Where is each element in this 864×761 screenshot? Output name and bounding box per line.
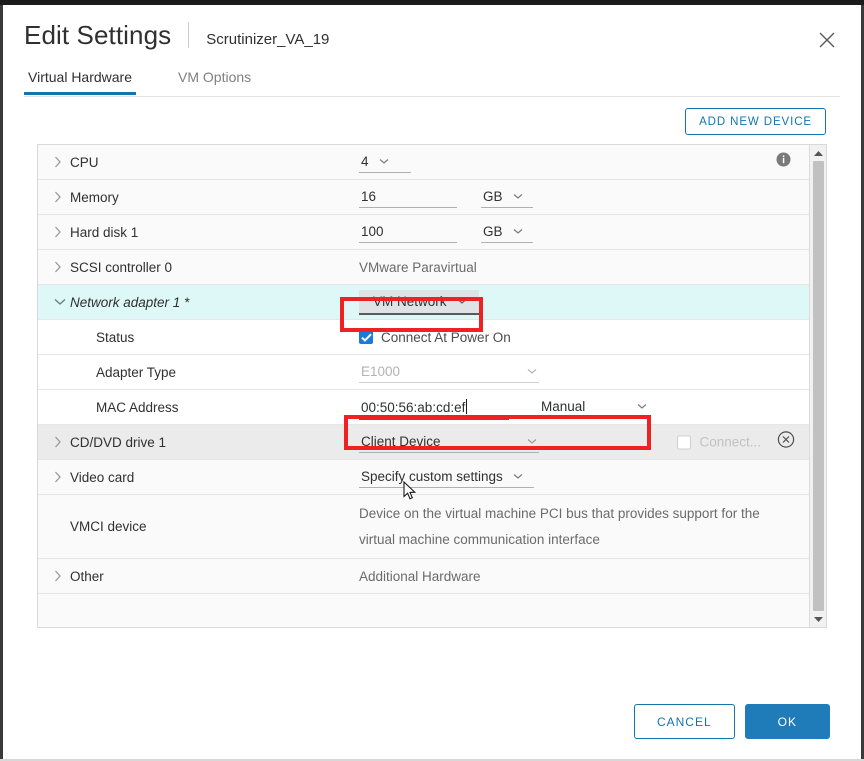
vmci-value-cell: Device on the virtual machine PCI bus th… <box>359 495 779 558</box>
device-label-vmci-device: VMCI device <box>70 519 147 534</box>
vertical-scrollbar[interactable] <box>809 145 826 627</box>
table-row-memory[interactable]: Memory GB <box>38 180 809 215</box>
chevron-right-icon[interactable] <box>54 191 70 203</box>
cpu-count-dropdown[interactable]: 4 <box>359 152 411 173</box>
tab-virtual-hardware[interactable]: Virtual Hardware <box>24 69 137 95</box>
status-value-cell: Connect At Power On <box>359 320 511 354</box>
table-row-mac-address: MAC Address 00:50:56:ab:cd:ef Manual <box>38 390 809 425</box>
scroll-down-arrow-icon[interactable] <box>812 614 825 624</box>
device-label-network-adapter: Network adapter 1 * <box>70 294 190 310</box>
hard-disk-unit-dropdown[interactable]: GB <box>481 222 533 243</box>
chevron-down-icon <box>513 228 522 234</box>
window-top-edge <box>0 0 864 5</box>
cddvd-device-dropdown[interactable]: Client Device <box>359 432 539 453</box>
device-rows-container: CPU 4 Memory 16 GB Hard disk 1 100 GB SC… <box>38 145 809 627</box>
device-label-memory: Memory <box>70 189 119 205</box>
memory-value-cell: GB <box>359 180 533 214</box>
ok-button[interactable]: OK <box>744 704 830 739</box>
chevron-right-icon[interactable] <box>54 471 70 483</box>
memory-size-input[interactable] <box>359 186 457 208</box>
scsi-controller-type: VMware Paravirtual <box>359 259 477 275</box>
vmci-description: Device on the virtual machine PCI bus th… <box>359 505 760 547</box>
device-label-hard-disk: Hard disk 1 <box>70 224 139 240</box>
hard-disk-value-cell: GB <box>359 215 533 249</box>
scroll-up-arrow-icon[interactable] <box>812 148 825 158</box>
hardware-device-table: CPU 4 Memory 16 GB Hard disk 1 100 GB SC… <box>37 144 827 628</box>
chevron-right-icon[interactable] <box>54 226 70 238</box>
text-caret <box>466 398 468 414</box>
table-row-scsi-controller[interactable]: SCSI controller 0 VMware Paravirtual <box>38 250 809 285</box>
chevron-down-icon <box>457 298 466 304</box>
field-label-adapter-type: Adapter Type <box>96 364 177 380</box>
add-new-device-container: ADD NEW DEVICE <box>685 108 826 135</box>
mac-address-mode-dropdown[interactable]: Manual <box>539 397 649 417</box>
device-label-scsi-controller: SCSI controller 0 <box>70 259 173 275</box>
table-row-hard-disk[interactable]: Hard disk 1 GB <box>38 215 809 250</box>
vm-name-label: Scrutinizer_VA_19 <box>206 31 330 48</box>
tab-bar: Virtual Hardware VM Options <box>24 69 840 97</box>
cpu-value-cell: 4 <box>359 145 411 179</box>
chevron-down-icon <box>513 473 523 479</box>
info-icon[interactable] <box>776 152 791 172</box>
mac-address-value-cell: 00:50:56:ab:cd:ef Manual <box>359 390 649 424</box>
cddvd-connect-cell: Connect... <box>677 435 761 450</box>
cddvd-value-cell: Client Device <box>359 425 539 459</box>
chevron-right-icon[interactable] <box>54 570 70 582</box>
connect-at-power-on-label: Connect At Power On <box>381 329 511 345</box>
dialog-header: Edit Settings Scrutinizer_VA_19 <box>24 18 329 51</box>
remove-device-icon[interactable] <box>777 431 795 454</box>
video-card-settings-dropdown[interactable]: Specify custom settings <box>359 467 534 488</box>
hard-disk-size-input[interactable] <box>359 221 457 243</box>
table-row-other[interactable]: Other Additional Hardware <box>38 559 809 594</box>
title-divider <box>188 22 190 48</box>
dialog-footer: CANCEL OK <box>633 704 830 739</box>
table-row-adapter-type: Adapter Type E1000 <box>38 355 809 390</box>
adapter-type-dropdown: E1000 <box>359 362 539 383</box>
table-row-cddvd-drive[interactable]: CD/DVD drive 1 Client Device Connect... <box>38 425 809 460</box>
other-value-cell: Additional Hardware <box>359 559 481 593</box>
field-label-status: Status <box>96 329 135 345</box>
chevron-right-icon[interactable] <box>54 156 70 168</box>
chevron-down-icon <box>379 158 388 164</box>
chevron-down-icon <box>513 193 522 199</box>
add-new-device-button[interactable]: ADD NEW DEVICE <box>685 108 826 135</box>
chevron-right-icon[interactable] <box>54 436 70 448</box>
device-label-cpu: CPU <box>70 154 99 170</box>
field-label-mac-address: MAC Address <box>96 399 179 415</box>
chevron-down-icon[interactable] <box>54 298 70 306</box>
page-title: Edit Settings <box>24 20 172 50</box>
scsi-value-cell: VMware Paravirtual <box>359 250 477 284</box>
other-hardware-text: Additional Hardware <box>359 568 481 584</box>
edit-settings-dialog: Edit Settings Scrutinizer_VA_19 Virtual … <box>0 0 864 761</box>
cddvd-connect-checkbox <box>677 435 692 449</box>
tab-vm-options[interactable]: VM Options <box>174 69 255 94</box>
table-row-network-adapter[interactable]: Network adapter 1 * VM Network <box>38 285 809 320</box>
scrollbar-thumb[interactable] <box>812 161 824 611</box>
chevron-down-icon <box>527 368 537 374</box>
mac-address-input[interactable]: 00:50:56:ab:cd:ef <box>359 395 509 420</box>
device-label-cddvd-drive: CD/DVD drive 1 <box>70 434 167 450</box>
mac-address-text: 00:50:56:ab:cd:ef <box>361 399 466 415</box>
window-left-edge <box>0 5 3 761</box>
chevron-down-icon <box>637 404 647 409</box>
table-row-video-card[interactable]: Video card Specify custom settings <box>38 460 809 495</box>
table-row-vmci-device: VMCI device Device on the virtual machin… <box>38 495 809 559</box>
device-label-other: Other <box>70 568 104 584</box>
network-dropdown[interactable]: VM Network <box>359 289 479 315</box>
adapter-type-value-cell: E1000 <box>359 355 539 389</box>
chevron-right-icon[interactable] <box>54 261 70 273</box>
device-label-video-card: Video card <box>70 469 135 485</box>
cddvd-connect-label: Connect... <box>699 434 761 450</box>
table-row-network-status: Status Connect At Power On <box>38 320 809 355</box>
network-adapter-value-cell: VM Network <box>359 285 479 319</box>
close-icon[interactable] <box>814 27 840 53</box>
video-card-value-cell: Specify custom settings <box>359 460 534 494</box>
memory-unit-dropdown[interactable]: GB <box>481 187 533 208</box>
chevron-down-icon <box>527 438 537 444</box>
cancel-button[interactable]: CANCEL <box>633 704 735 739</box>
table-row-cpu[interactable]: CPU 4 <box>38 145 809 180</box>
connect-at-power-on-checkbox[interactable] <box>359 330 373 344</box>
